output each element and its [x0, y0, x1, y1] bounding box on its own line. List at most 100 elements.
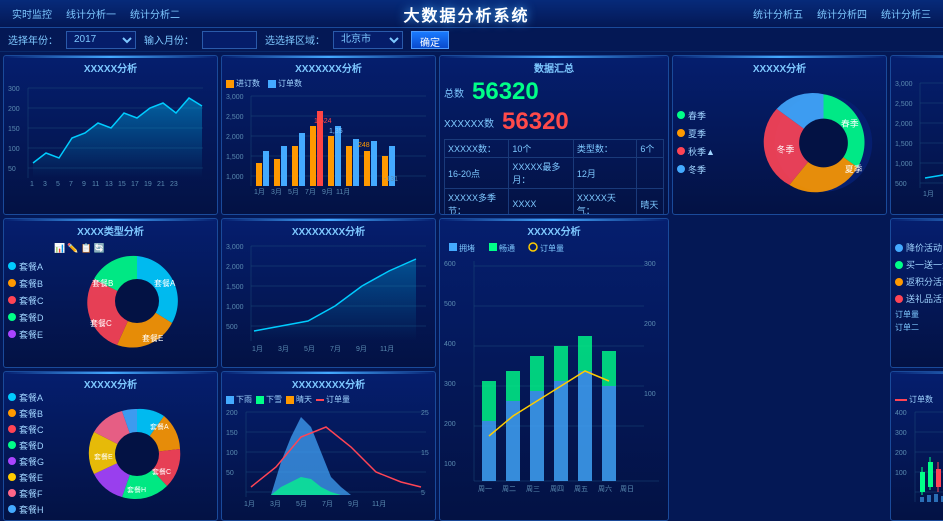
svg-text:春季: 春季: [841, 117, 859, 128]
svg-text:50: 50: [226, 470, 234, 477]
legend2-a: 套餐A: [8, 391, 50, 404]
svg-text:200: 200: [8, 106, 20, 113]
svg-text:3: 3: [43, 181, 47, 188]
legend-buy1get1: 买一送一活动: [895, 258, 943, 271]
svg-text:1,000: 1,000: [895, 161, 913, 168]
legend-summer: 夏季: [677, 127, 722, 140]
copy-icon[interactable]: 📋: [80, 243, 91, 254]
svg-text:300: 300: [8, 86, 20, 93]
svg-text:周六: 周六: [598, 484, 612, 493]
svg-text:200: 200: [644, 321, 656, 328]
legend-meal-a: 套餐A: [8, 260, 50, 273]
summary-table: XXXXX数：10个 类型数：6个 16-20点XXXXX最多月： 12月 XX…: [444, 139, 664, 215]
legend-winter: 冬季: [677, 163, 722, 176]
year-select[interactable]: 201720162018: [66, 31, 136, 49]
svg-text:7月: 7月: [330, 345, 341, 353]
order-label-2: 订单二: [895, 322, 943, 333]
seasonal-chart: 200 150 100 50 25 15 5 1月 3月 5月 7月 9月 11…: [226, 407, 431, 515]
svg-text:19: 19: [144, 181, 152, 188]
svg-text:50: 50: [8, 166, 16, 173]
refresh-icon[interactable]: 🔄: [94, 243, 105, 254]
svg-text:1,000: 1,000: [226, 304, 244, 311]
panel-mid-analysis: XXXXX分析 拥堵 畅通 订单量 600 500 400 300 200 10…: [439, 218, 669, 521]
svg-text:15: 15: [118, 181, 126, 188]
legend2-g: 套餐G: [8, 455, 50, 468]
chart-icon[interactable]: 📊: [54, 243, 65, 254]
nav-line1[interactable]: 线计分析一: [62, 4, 120, 23]
pie-chart-1: 套餐A 套餐B 套餐C 套餐E: [52, 241, 207, 361]
svg-text:3,000: 3,000: [895, 81, 913, 88]
panel2-title: XXXXXXX分析: [226, 60, 431, 75]
svg-text:周四: 周四: [550, 485, 564, 493]
svg-text:2,000: 2,000: [895, 121, 913, 128]
panel8-title: XXXXXXXX分析: [226, 376, 431, 391]
total-value: 56320: [472, 78, 539, 106]
xxxxxx-value: 56320: [502, 108, 569, 136]
panel11-title: 订单分析: [895, 223, 943, 238]
nav-stats5[interactable]: 统计分析五: [749, 4, 807, 23]
svg-text:300: 300: [444, 381, 456, 388]
nav-stats3[interactable]: 统计分析三: [877, 4, 935, 23]
mid-bar-chart: 拥堵 畅通 订单量 600 500 400 300 200 100 300 20…: [444, 241, 664, 516]
legend-order-count: 订单数: [895, 394, 933, 405]
edit-icon[interactable]: ✏️: [67, 243, 78, 254]
xxxxxx-label: XXXXXX数: [444, 115, 494, 130]
pie-chart-2: 套餐A 套餐C 套餐E 套餐H: [52, 394, 207, 514]
svg-text:3月: 3月: [270, 500, 281, 508]
line-chart-1: 300 200 150 100 50 1 3 5 7 9 11 13 15 17…: [8, 78, 208, 198]
year-label: 选择年份：: [8, 32, 58, 47]
nav-realtime[interactable]: 实时监控: [8, 4, 56, 23]
nav-stats2[interactable]: 统计分析二: [126, 4, 184, 23]
svg-text:25: 25: [421, 410, 429, 417]
legend-discount: 降价活动: [895, 241, 943, 254]
legend-spring: 春季: [677, 109, 722, 122]
svg-text:200: 200: [444, 421, 456, 428]
table-row: XXXXX数：10个 类型数：6个: [445, 140, 664, 158]
svg-text:周一: 周一: [478, 485, 492, 493]
order-label-1: 订单量: [895, 309, 943, 320]
svg-text:150: 150: [8, 126, 20, 133]
weather-line-chart: 3,000 2,500 2,000 1,500 1,000 500 1月 3月 …: [895, 78, 943, 210]
panel-pie-weather: XXXXX分析 春季 夏季 秋季▲ 冬季 春季: [672, 55, 887, 215]
svg-text:11月: 11月: [380, 345, 394, 353]
legend-meal-b: 套餐B: [8, 277, 50, 290]
legend2-e: 套餐E: [8, 471, 50, 484]
main-grid: XXXXX分析 300 200 150 100 50: [0, 52, 943, 500]
legend-points: 返积分活动: [895, 275, 943, 288]
month-label: 输入月份：: [144, 32, 194, 47]
svg-text:套餐A: 套餐A: [150, 422, 169, 431]
panel1-title: XXXXX分析: [8, 60, 213, 75]
svg-text:100: 100: [644, 391, 656, 398]
svg-text:200: 200: [895, 450, 907, 457]
svg-text:套餐H: 套餐H: [127, 485, 146, 494]
svg-text:9月: 9月: [322, 188, 333, 196]
svg-text:周二: 周二: [502, 485, 516, 493]
month-input[interactable]: [202, 31, 257, 49]
svg-text:2,500: 2,500: [226, 114, 244, 121]
panel5-title: XXXX类型分析: [8, 223, 213, 238]
svg-text:300: 300: [895, 430, 907, 437]
legend-orders-line: 订单量: [316, 394, 350, 405]
svg-text:150: 150: [226, 430, 238, 437]
svg-text:1,35: 1,35: [329, 128, 343, 135]
svg-text:200: 200: [226, 410, 238, 417]
svg-text:5月: 5月: [296, 500, 307, 508]
svg-text:11月: 11月: [336, 188, 350, 196]
svg-text:2,500: 2,500: [895, 101, 913, 108]
svg-text:17: 17: [131, 181, 139, 188]
nav-stats4[interactable]: 统计分析四: [813, 4, 871, 23]
confirm-button[interactable]: 确定: [411, 31, 449, 49]
svg-text:400: 400: [895, 410, 907, 417]
page-title: 大数据分析系统: [403, 2, 529, 26]
legend-orders-in: 进订数: [226, 78, 260, 89]
svg-text:套餐E: 套餐E: [94, 452, 113, 461]
svg-text:夏季: 夏季: [845, 163, 863, 174]
summary-title: 数据汇总: [444, 60, 664, 75]
svg-text:100: 100: [8, 146, 20, 153]
region-select[interactable]: 北京市上海市: [333, 31, 403, 49]
panel-data-summary: 数据汇总 总数 56320 XXXXXX数 56320 XXXXX数：10个 类…: [439, 55, 669, 215]
panel6-title: XXXXXXXX分析: [226, 223, 431, 238]
legend2-h: 套餐H: [8, 503, 50, 516]
region-label: 选选择区域：: [265, 32, 325, 47]
svg-text:3月: 3月: [278, 345, 289, 353]
